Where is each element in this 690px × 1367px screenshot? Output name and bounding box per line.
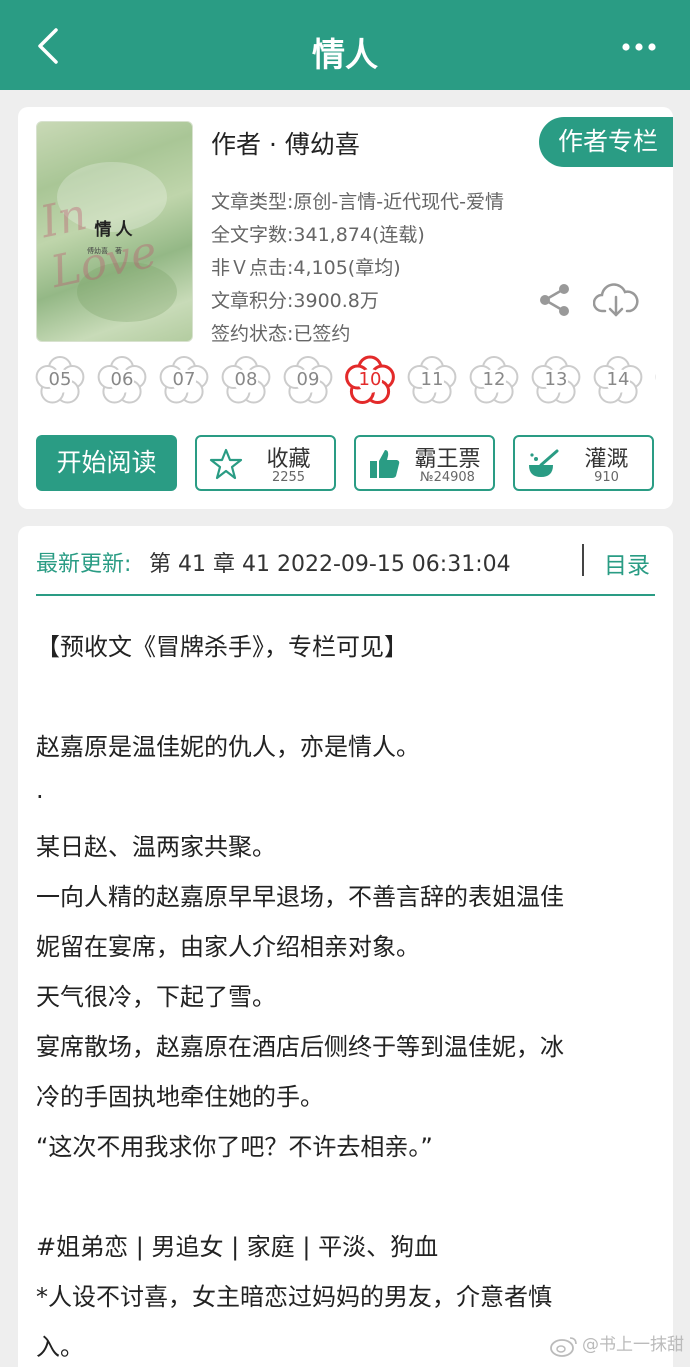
synopsis-line: 赵嘉原是温佳妮的仇人，亦是情人。 (36, 733, 420, 761)
water-label: 灌溉 (584, 447, 629, 472)
meta-clicks: 非Ｖ点击:4,105(章均) (211, 257, 401, 279)
synopsis-line: 【预收文《冒牌杀手》，专栏可见】 (36, 633, 408, 661)
latest-update-label: 最新更新: (36, 552, 132, 577)
favorite-button[interactable]: 收藏 2255 (195, 435, 336, 491)
more-dots-icon[interactable] (622, 40, 656, 54)
rating-flower[interactable]: 08 (220, 355, 272, 407)
rating-value: 05 (48, 369, 72, 390)
water-count: 910 (594, 470, 619, 485)
synopsis-line: *人设不讨喜，女主暗恋过妈妈的男友，介意者慎 (36, 1283, 552, 1311)
rating-flower[interactable]: 13 (530, 355, 582, 407)
cloud-download-icon[interactable] (593, 281, 639, 319)
synopsis-line: #姐弟恋 | 男追女 | 家庭 | 平淡、狗血 (36, 1233, 439, 1261)
meta-sign-status: 签约状态:已签约 (211, 323, 351, 345)
author-column-button[interactable]: 作者专栏 (539, 117, 673, 167)
rating-flower[interactable]: 07 (158, 355, 210, 407)
synopsis-line: · (36, 783, 44, 811)
rating-flower-selected[interactable]: 10 (344, 355, 396, 407)
meta-score: 文章积分:3900.8万 (211, 290, 379, 312)
rating-value: 13 (544, 369, 568, 390)
synopsis-line: 天气很冷，下起了雪。 (36, 983, 276, 1011)
meta-word-count: 全文字数:341,874(连载) (211, 224, 425, 246)
divider (36, 594, 655, 596)
book-cover[interactable]: In Love 情人 傅幼喜 著 (36, 121, 193, 342)
page-title: 情人 (312, 35, 378, 74)
table-of-contents-link[interactable]: 目录 (604, 546, 650, 580)
latest-chapter-link[interactable]: 第 41 章 41 2022-09-15 06:31:04 (149, 546, 511, 578)
water-button[interactable]: 灌溉 910 (513, 435, 654, 491)
ticket-button[interactable]: 霸王票 №24908 (354, 435, 495, 491)
watermark-text: @书上一抹甜 (582, 1335, 684, 1355)
rating-value: 14 (606, 369, 630, 390)
rating-flower[interactable]: 05 (34, 355, 86, 407)
divider (582, 544, 584, 576)
ticket-count: №24908 (420, 470, 475, 485)
share-icon[interactable] (538, 283, 572, 317)
rating-value: 12 (482, 369, 506, 390)
thumbs-up-icon (370, 450, 400, 478)
rating-flower[interactable]: 06 (96, 355, 148, 407)
watering-icon (529, 449, 559, 477)
author-line[interactable]: 作者 · 傅幼喜 (211, 125, 360, 161)
synopsis-line: 某日赵、温两家共聚。 (36, 833, 276, 861)
ticket-label: 霸王票 (414, 447, 481, 472)
book-info-card: In Love 情人 傅幼喜 著 作者 · 傅幼喜 作者专栏 文章类型:原创-言… (18, 107, 673, 509)
cover-title: 情人 (94, 220, 137, 240)
start-reading-button[interactable]: 开始阅读 (36, 435, 177, 491)
weibo-icon (550, 1337, 577, 1357)
rating-value: 08 (234, 369, 258, 390)
synopsis-line: “这次不用我求你了吧？不许去相亲。” (36, 1133, 433, 1161)
rating-flower[interactable]: 14 (592, 355, 644, 407)
rating-value: 11 (420, 369, 444, 390)
synopsis-line: 宴席散场，赵嘉原在酒店后侧终于等到温佳妮，冰 (36, 1033, 564, 1061)
rating-flower[interactable]: 09 (282, 355, 334, 407)
rating-flower-row[interactable]: 05 06 07 08 09 10 11 12 13 14 (34, 355, 656, 407)
rating-flower[interactable]: 12 (468, 355, 520, 407)
cover-subtitle: 傅幼喜 著 (87, 247, 122, 255)
top-nav-bar: 情人 (0, 0, 690, 90)
flower-icon (655, 373, 656, 381)
synopsis-line: 妮留在宴席，由家人介绍相亲对象。 (36, 933, 420, 961)
meta-genre: 文章类型:原创-言情-近代现代-爱情 (211, 191, 504, 213)
rating-value: 09 (296, 369, 320, 390)
rating-value: 06 (110, 369, 134, 390)
star-icon (209, 448, 243, 480)
favorite-label: 收藏 (266, 447, 311, 472)
rating-flower[interactable]: 11 (406, 355, 458, 407)
rating-value: 10 (358, 369, 382, 390)
favorite-count: 2255 (271, 470, 306, 485)
rating-value: 07 (172, 369, 196, 390)
rating-flower[interactable] (654, 355, 656, 407)
synopsis-card: 最新更新: 第 41 章 41 2022-09-15 06:31:04 目录 【… (18, 526, 673, 1367)
synopsis-line: 一向人精的赵嘉原早早退场，不善言辞的表姐温佳 (36, 883, 564, 911)
synopsis-line: 冷的手固执地牵住她的手。 (36, 1083, 324, 1111)
